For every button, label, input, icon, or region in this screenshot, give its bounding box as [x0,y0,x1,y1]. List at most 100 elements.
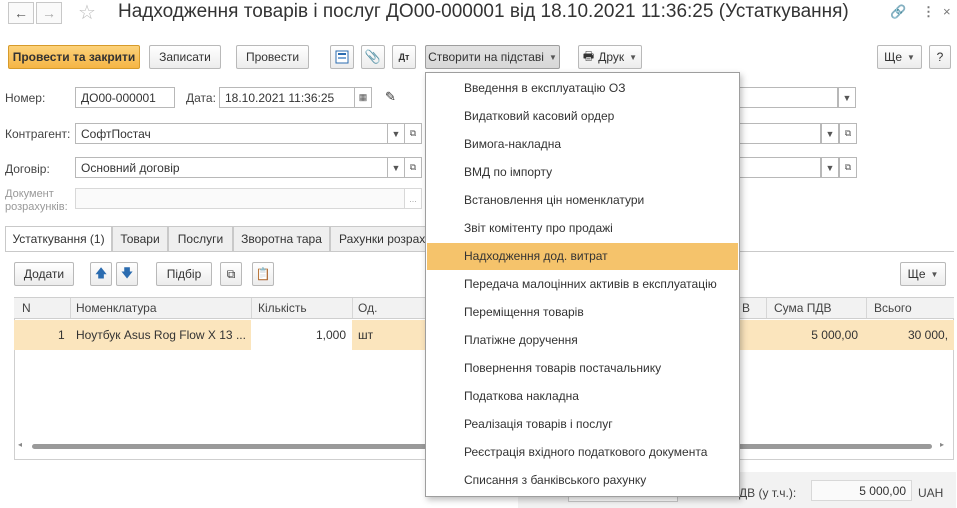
save-button[interactable]: Записати [149,45,221,69]
warehouse-dropdown[interactable]: ▼ [821,123,839,144]
organization-field[interactable] [733,87,838,108]
menu-item[interactable]: Реалізація товарів і послуг [427,411,738,438]
link-icon[interactable]: 🔗 [890,4,906,20]
more-button[interactable]: Ще ▼ [877,45,922,69]
close-icon[interactable]: × [943,4,951,19]
contract-dropdown[interactable]: ▼ [387,157,405,178]
column-header-vat-rate[interactable]: В [742,301,750,315]
menu-item[interactable]: Податкова накладна [427,383,738,410]
chevron-down-icon: ▼ [629,52,638,62]
column-header-quantity[interactable]: Кількість [258,301,307,315]
row-vat-sum[interactable]: 5 000,00 [811,328,858,342]
post-button[interactable]: Провести [236,45,309,69]
copy-icon: ⧉ [226,266,236,281]
column-divider [866,298,867,318]
menu-item[interactable]: Передача малоцінних активів в експлуатац… [427,271,738,298]
open-link-icon: ⧉ [844,162,852,172]
number-field[interactable]: ДО00-000001 [75,87,175,108]
post-and-close-button[interactable]: Провести та закрити [8,45,140,69]
warehouse-open-button[interactable]: ⧉ [839,123,857,144]
pick-button[interactable]: Підбір [156,262,212,286]
tab-equipment[interactable]: Устаткування (1) [5,226,112,252]
tab-returnable-packaging[interactable]: Зворотна тара [233,226,330,252]
column-header-vat-sum[interactable]: Сума ПДВ [774,301,832,315]
menu-item[interactable]: Звіт комітенту про продажі [427,215,738,242]
menu-item[interactable]: ВМД по імпорту [427,159,738,186]
column-header-n[interactable]: N [22,301,31,315]
date-label: Дата: [186,91,216,105]
arrow-up-icon: 🡅 [94,265,108,280]
column-header-total[interactable]: Всього [874,301,912,315]
more-vertical-icon[interactable]: ⋮ [922,4,935,20]
edit-document-icon[interactable]: ✎ [385,89,396,105]
create-based-on-menu: Введення в експлуатацію ОЗ Видатковий ка… [425,72,740,497]
column-header-item[interactable]: Номенклатура [76,301,157,315]
chevron-down-icon: ▼ [907,52,915,62]
add-row-button[interactable]: Додати [14,262,74,286]
accounting-entries-button[interactable]: Дт [392,45,416,69]
menu-item[interactable]: Встановлення цін номенклатури [427,187,738,214]
create-based-on-label: Створити на підставі [428,50,544,64]
chevron-down-icon: ▼ [825,162,835,173]
structure-icon [335,50,349,64]
warehouse-field[interactable] [733,123,821,144]
tab-services[interactable]: Послуги [168,226,233,252]
menu-item[interactable]: Реєстрація вхідного податкового документ… [427,439,738,466]
row-item[interactable]: Ноутбук Asus Rog Flow X 13 ... [76,328,246,342]
vat-total-label: ДВ (у т.ч.): [739,486,797,500]
menu-item[interactable]: Повернення товарів постачальнику [427,355,738,382]
scroll-left-icon[interactable]: ◂ [18,440,22,449]
printer-icon: 🖶 [582,48,595,63]
favorite-star-icon[interactable]: ☆ [78,0,96,25]
column-header-unit[interactable]: Од. [358,301,377,315]
back-button[interactable]: ← [8,2,34,24]
menu-item[interactable]: Вимога-накладна [427,131,738,158]
menu-item[interactable]: Платіжне доручення [427,327,738,354]
settlement-doc-label-2: розрахунків: [5,201,68,213]
menu-item[interactable]: Переміщення товарів [427,299,738,326]
table-more-button[interactable]: Ще ▼ [900,262,946,286]
forward-button[interactable]: → [36,2,62,24]
row-total[interactable]: 30 000, [908,328,948,342]
menu-item[interactable]: Списання з банківського рахунку [427,467,738,494]
menu-item-highlighted[interactable]: Надходження дод. витрат [427,243,738,270]
document-structure-button[interactable] [330,45,354,69]
secondary-field[interactable] [733,157,821,178]
counterparty-open-button[interactable]: ⧉ [404,123,422,144]
currency-label: UAH [918,486,944,500]
contract-field[interactable]: Основний договір [75,157,388,178]
arrow-left-icon: ← [14,5,28,21]
move-up-button[interactable]: 🡅 [90,262,112,286]
counterparty-dropdown[interactable]: ▼ [387,123,405,144]
secondary-dropdown[interactable]: ▼ [821,157,839,178]
move-down-button[interactable]: 🡇 [116,262,138,286]
attach-button[interactable]: 📎 [361,45,385,69]
contract-label: Договір: [5,162,50,176]
tab-settlement-accounts[interactable]: Рахунки розраху [330,226,431,252]
row-unit[interactable]: шт [358,328,373,342]
contract-open-button[interactable]: ⧉ [404,157,422,178]
menu-item[interactable]: Введення в експлуатацію ОЗ [427,75,738,102]
menu-item[interactable]: Видатковий касовий ордер [427,103,738,130]
copy-row-button[interactable]: ⧉ [220,262,242,286]
calendar-button[interactable]: ▦ [354,87,372,108]
calendar-icon: ▦ [358,92,368,102]
organization-dropdown[interactable]: ▼ [838,87,856,108]
counterparty-field[interactable]: СофтПостач [75,123,388,144]
tab-goods[interactable]: Товари [112,226,168,252]
chevron-down-icon: ▼ [391,128,401,139]
page-title: Надходження товарів і послуг ДО00-000001… [118,1,849,22]
arrow-right-icon: → [42,5,56,21]
quantity-cell[interactable]: 1,000 [251,320,352,350]
secondary-open-button[interactable]: ⧉ [839,157,857,178]
print-button[interactable]: 🖶 Друк ▼ [578,45,642,69]
column-divider [352,298,353,318]
scroll-right-icon[interactable]: ▸ [940,440,944,449]
open-link-icon: ⧉ [844,128,852,138]
open-link-icon: ⧉ [409,162,417,172]
help-button[interactable]: ? [929,45,951,69]
create-based-on-button[interactable]: Створити на підставі ▼ [425,45,560,69]
date-field[interactable]: 18.10.2021 11:36:25 [219,87,355,108]
open-link-icon: ⧉ [409,128,417,138]
arrow-down-icon: 🡇 [120,265,134,280]
